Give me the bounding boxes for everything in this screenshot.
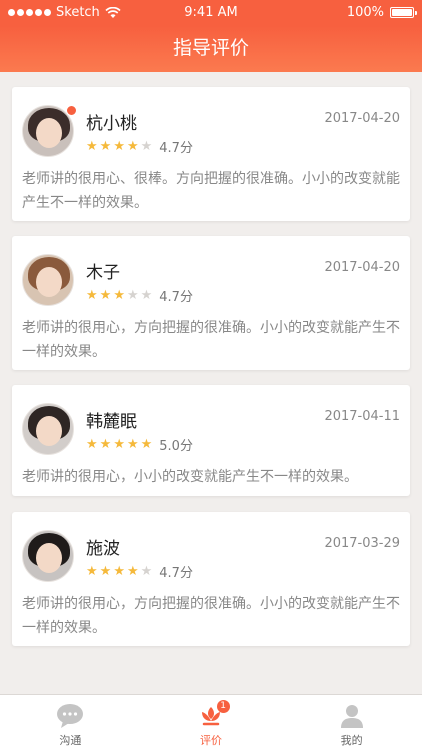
review-card[interactable]: 木子 2017-04-20 ★ ★ ★ ★ ★ 4.7分 老师讲的很用心，方向把…: [12, 236, 410, 370]
review-comment: 老师讲的很用心，小小的改变就能产生不一样的效果。: [22, 469, 358, 485]
chat-icon: [57, 704, 84, 728]
reviewer-name: 韩麓眠: [86, 412, 137, 432]
avatar[interactable]: [22, 254, 74, 306]
rating-score: 4.7分: [159, 290, 193, 305]
star-icon: ★: [126, 139, 139, 154]
review-date: 2017-04-20: [324, 111, 400, 126]
tab-label: 沟通: [59, 734, 82, 747]
tab-label: 评价: [200, 734, 222, 747]
reviewer-name: 杭小桃: [86, 114, 137, 134]
rating-score: 4.7分: [159, 141, 193, 156]
unread-badge: [66, 105, 77, 116]
star-rating: ★ ★ ★ ★ ★ 4.7分: [86, 137, 193, 156]
star-rating: ★ ★ ★ ★ ★ 4.7分: [86, 562, 193, 581]
review-card[interactable]: 韩麓眠 2017-04-11 ★ ★ ★ ★ ★ 5.0分 老师讲的很用心，小小…: [12, 385, 410, 496]
tab-badge: 1: [216, 700, 230, 713]
star-icon: ★: [126, 564, 139, 579]
star-icon: ★: [99, 437, 112, 452]
review-date: 2017-04-11: [324, 409, 400, 424]
star-icon: ★: [99, 139, 112, 154]
avatar[interactable]: [22, 403, 74, 455]
battery-icon: [390, 7, 417, 18]
battery-percent: 100%: [346, 5, 384, 20]
review-comment: 老师讲的很用心，方向把握的很准确。小小的改变就能产生不一样的效果。: [22, 320, 400, 360]
tab-bar: 沟通 1 评价 我的: [0, 694, 422, 750]
rating-score: 5.0分: [159, 439, 193, 454]
tab-chat[interactable]: 沟通: [0, 695, 141, 750]
star-rating: ★ ★ ★ ★ ★ 5.0分: [86, 435, 193, 454]
star-icon: ★: [86, 139, 98, 154]
review-card[interactable]: 施波 2017-03-29 ★ ★ ★ ★ ★ 4.7分 老师讲的很用心，方向把…: [12, 512, 410, 646]
star-icon: ★: [113, 437, 125, 452]
review-comment: 老师讲的很用心、很棒。方向把握的很准确。小小的改变就能产生不一样的效果。: [22, 171, 400, 211]
star-icon: ★: [86, 437, 98, 452]
star-empty-icon: ★: [126, 288, 139, 303]
tab-review[interactable]: 1 评价: [141, 695, 282, 750]
star-icon: ★: [86, 288, 98, 303]
review-comment: 老师讲的很用心，方向把握的很准确。小小的改变就能产生不一样的效果。: [22, 596, 400, 636]
page-title: 指导评价: [0, 26, 422, 72]
star-rating: ★ ★ ★ ★ ★ 4.7分: [86, 286, 193, 305]
status-bar: Sketch 9:41 AM 100%: [0, 0, 422, 26]
star-icon: ★: [99, 288, 112, 303]
star-empty-icon: ★: [140, 139, 153, 154]
star-icon: ★: [99, 564, 112, 579]
review-date: 2017-04-20: [324, 260, 400, 275]
review-date: 2017-03-29: [324, 536, 400, 551]
star-icon: ★: [126, 437, 139, 452]
star-empty-icon: ★: [140, 564, 153, 579]
reviewer-name: 木子: [86, 263, 120, 283]
tab-label: 我的: [340, 734, 363, 747]
status-right: 100%: [346, 5, 417, 20]
tab-profile[interactable]: 我的: [281, 695, 422, 750]
star-icon: ★: [113, 564, 125, 579]
star-icon: ★: [113, 288, 125, 303]
star-icon: ★: [113, 139, 125, 154]
rating-score: 4.7分: [159, 566, 193, 581]
star-icon: ★: [86, 564, 98, 579]
star-icon: ★: [140, 437, 153, 452]
reviewer-name: 施波: [86, 539, 120, 559]
avatar[interactable]: [22, 530, 74, 582]
review-card[interactable]: 杭小桃 2017-04-20 ★ ★ ★ ★ ★ 4.7分 老师讲的很用心、很棒…: [12, 87, 410, 221]
star-empty-icon: ★: [140, 288, 153, 303]
user-icon: [340, 705, 363, 728]
